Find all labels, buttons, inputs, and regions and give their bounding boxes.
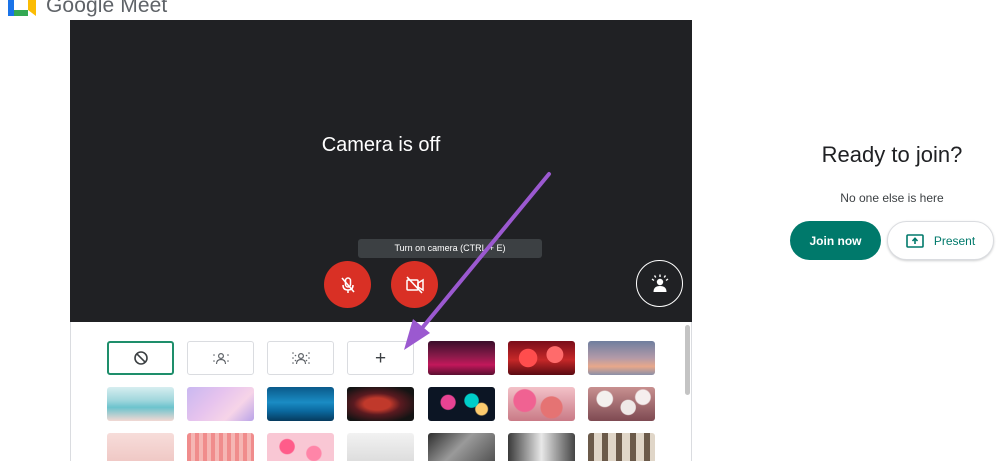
slight-blur-icon xyxy=(212,352,229,365)
background-sunset-sky[interactable] xyxy=(588,341,655,375)
camera-off-label: Camera is off xyxy=(321,134,441,156)
video-preview: Camera is off Turn on camera (CTRL + E) xyxy=(70,20,692,322)
background-white-room[interactable] xyxy=(347,433,414,461)
background-white-flowers[interactable] xyxy=(588,387,655,421)
background-sunlit-room[interactable] xyxy=(428,433,495,461)
join-now-button[interactable]: Join now xyxy=(790,221,881,260)
toggle-camera-button[interactable] xyxy=(391,261,438,308)
background-party-lights[interactable] xyxy=(428,341,495,375)
blur-icon xyxy=(291,352,310,365)
background-pink-pattern[interactable] xyxy=(187,433,254,461)
background-red-lanterns[interactable] xyxy=(508,341,575,375)
background-bright-window[interactable] xyxy=(508,433,575,461)
background-nebula[interactable] xyxy=(347,387,414,421)
mic-off-icon xyxy=(340,276,355,293)
present-screen-icon xyxy=(906,233,924,248)
google-meet-logo-icon xyxy=(8,0,36,16)
background-beach[interactable] xyxy=(107,387,174,421)
blur-button[interactable] xyxy=(267,341,334,375)
ready-to-join-heading: Ready to join? xyxy=(821,142,963,167)
participants-status: No one else is here xyxy=(840,191,944,205)
no-effect-icon xyxy=(133,351,148,365)
background-underwater[interactable] xyxy=(267,387,334,421)
present-label: Present xyxy=(933,233,976,248)
background-petals[interactable] xyxy=(267,433,334,461)
toggle-microphone-button[interactable] xyxy=(324,261,371,308)
background-pink-blossoms[interactable] xyxy=(508,387,575,421)
background-fireworks[interactable] xyxy=(428,387,495,421)
visual-effects-icon xyxy=(651,274,668,292)
background-bookshelf[interactable] xyxy=(588,433,655,461)
camera-off-icon xyxy=(405,275,424,294)
scrollbar-thumb[interactable] xyxy=(685,325,690,395)
slight-blur-button[interactable] xyxy=(187,341,254,375)
background-pastel-clouds[interactable] xyxy=(187,387,254,421)
plus-icon: + xyxy=(374,347,387,369)
camera-tooltip: Turn on camera (CTRL + E) xyxy=(358,239,542,258)
no-effect-button[interactable] xyxy=(107,341,174,375)
add-background-button[interactable]: + xyxy=(347,341,414,375)
background-pink-floral[interactable] xyxy=(107,433,174,461)
brand-name: Google Meet xyxy=(46,0,168,17)
present-button[interactable]: Present xyxy=(887,221,994,260)
apply-visual-effects-button[interactable] xyxy=(636,260,683,307)
meet-prejoin-screen: Google Meet Camera is off Turn on camera… xyxy=(0,0,1004,461)
